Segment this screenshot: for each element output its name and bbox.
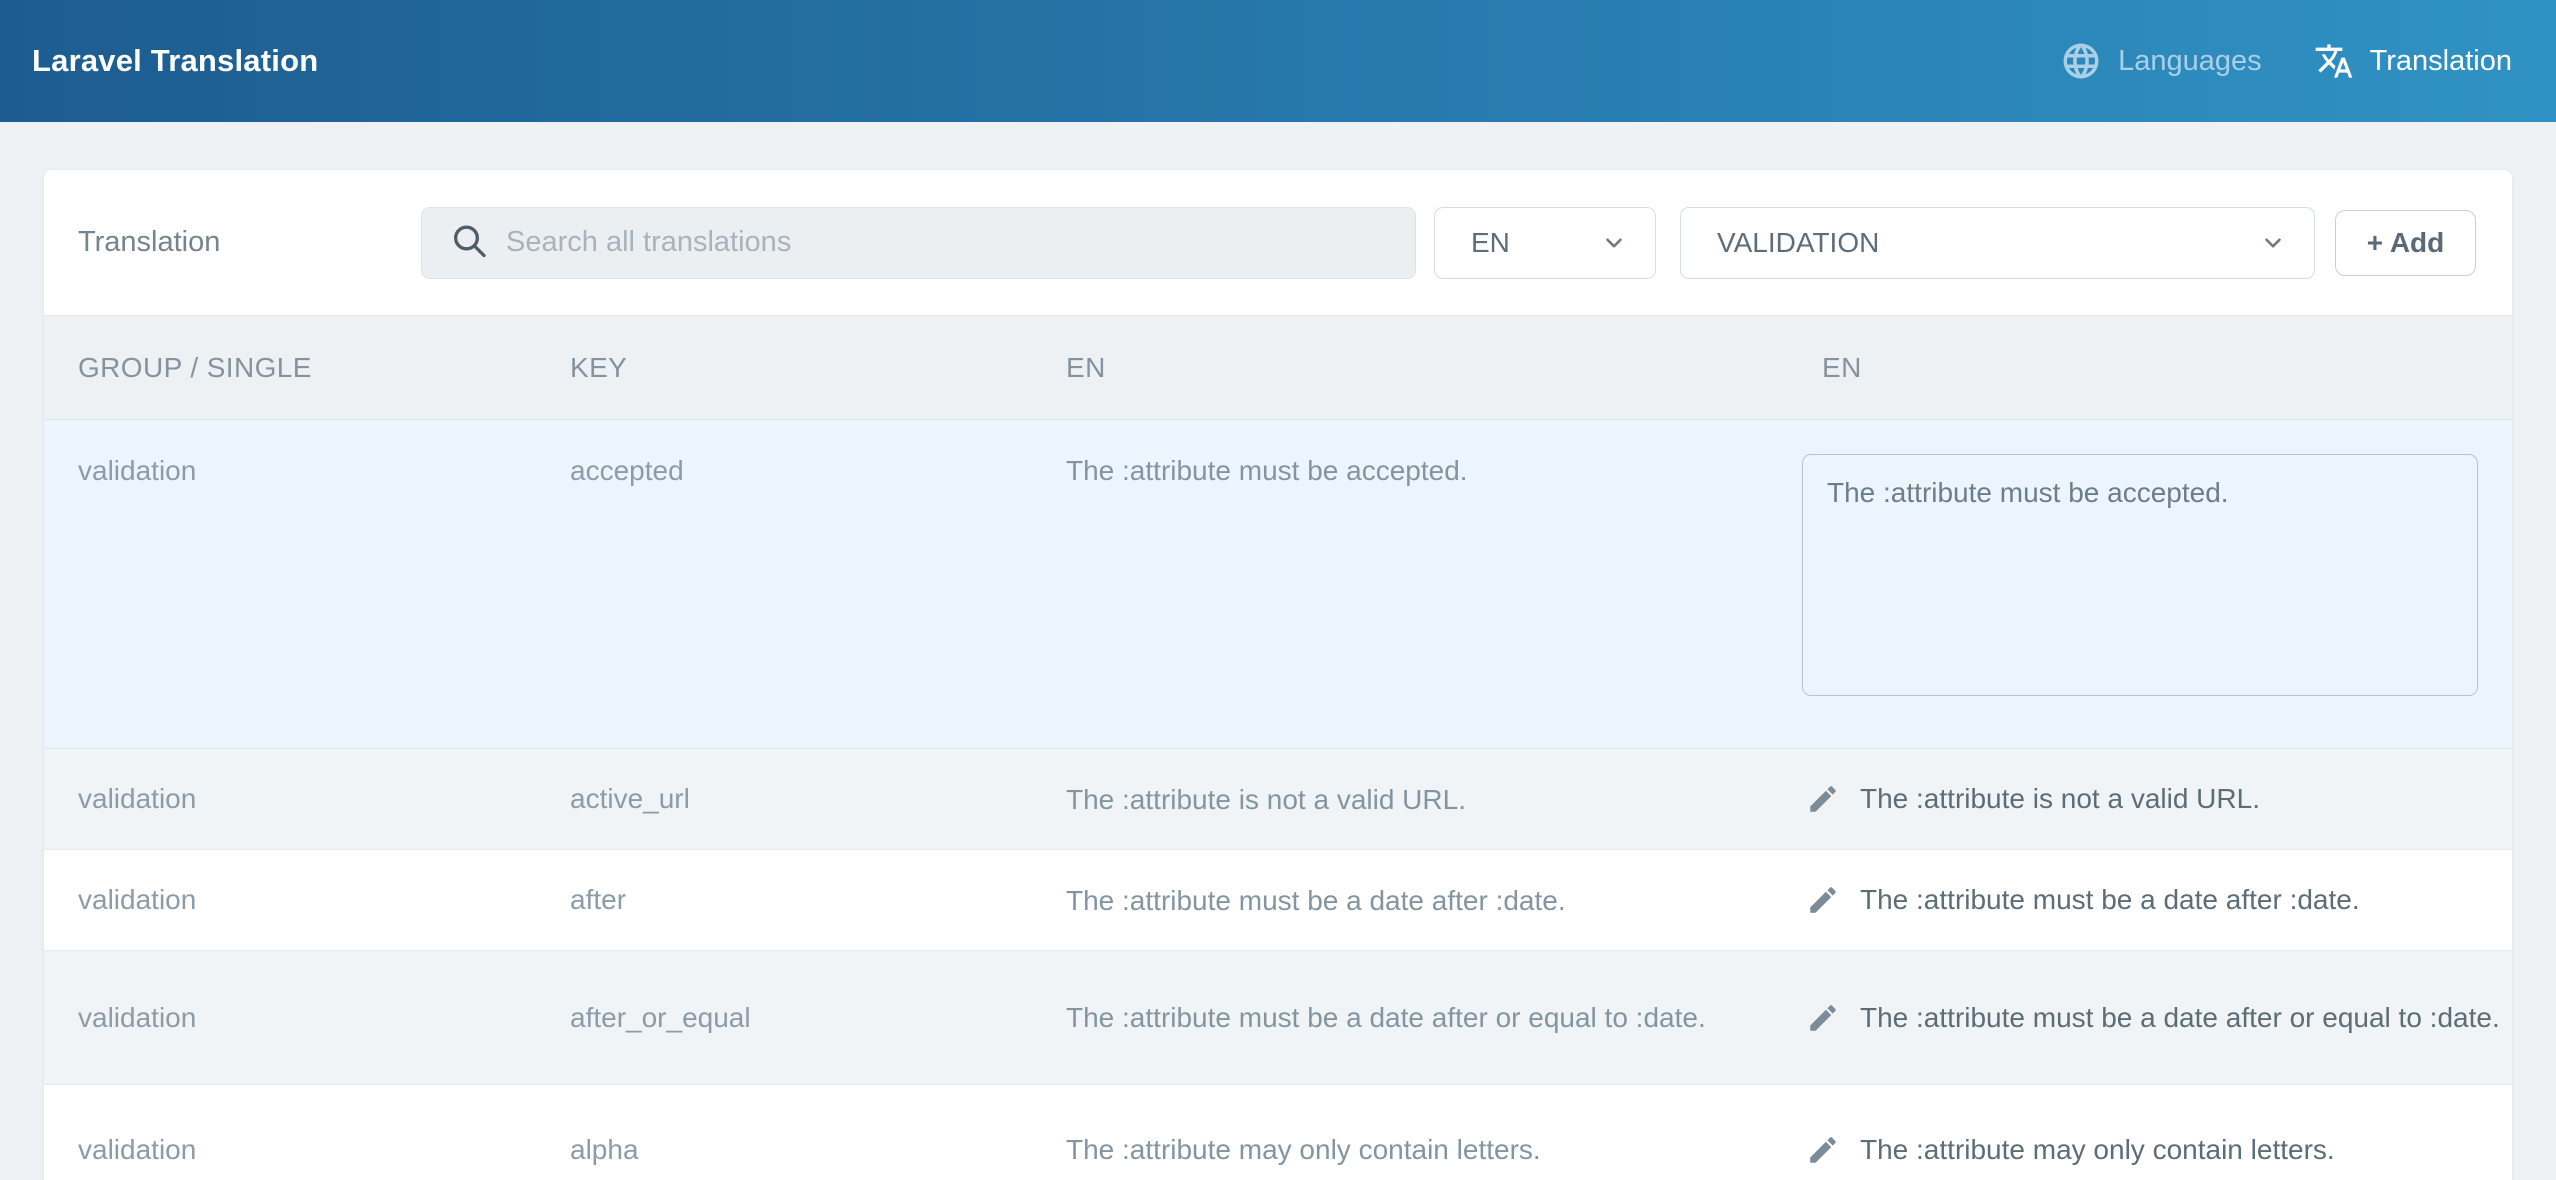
header-key: KEY [570, 352, 1066, 384]
language-select-value: EN [1471, 227, 1510, 259]
translation-panel: Translation EN VALIDATION + Add GROUP / … [44, 170, 2512, 1180]
table-header: GROUP / SINGLE KEY EN EN [44, 315, 2512, 420]
header-target-lang: EN [1822, 352, 2512, 384]
globe-icon [2060, 40, 2102, 82]
translation-text: The :attribute may only contain letters. [1860, 1134, 2335, 1166]
cell-source-text: The :attribute may only contain letters. [1066, 1127, 1822, 1172]
cell-translation[interactable]: The :attribute must be accepted. [1806, 454, 2512, 696]
nav-links: Languages Translation [2060, 40, 2512, 82]
translation-text: The :attribute is not a valid URL. [1860, 783, 2260, 815]
group-select-value: VALIDATION [1717, 227, 1879, 259]
cell-key: after_or_equal [570, 1002, 1066, 1034]
search-box [421, 207, 1416, 279]
table-row: validation after The :attribute must be … [44, 849, 2512, 950]
table-row: validation accepted The :attribute must … [44, 420, 2512, 748]
table-row: validation alpha The :attribute may only… [44, 1084, 2512, 1180]
cell-translation[interactable]: The :attribute is not a valid URL. [1806, 782, 2512, 816]
translation-text: The :attribute must be a date after :dat… [1860, 884, 2360, 916]
translate-icon [2314, 41, 2354, 81]
toolbar: Translation EN VALIDATION + Add [44, 170, 2512, 315]
cell-source-text: The :attribute must be accepted. [1066, 454, 1822, 488]
chevron-down-icon [1601, 230, 1627, 256]
cell-group: validation [78, 1134, 570, 1166]
cell-group: validation [78, 884, 570, 916]
edit-pencil-icon[interactable] [1806, 782, 1840, 816]
cell-source-text: The :attribute must be a date after or e… [1066, 995, 1822, 1040]
header-source-lang: EN [1066, 352, 1822, 384]
edit-pencil-icon[interactable] [1806, 1001, 1840, 1035]
nav-link-label: Languages [2118, 45, 2262, 78]
translation-text: The :attribute must be a date after or e… [1860, 1002, 2500, 1034]
cell-key: after [570, 884, 1066, 916]
edit-pencil-icon[interactable] [1806, 1133, 1840, 1167]
cell-translation[interactable]: The :attribute must be a date after :dat… [1806, 883, 2512, 917]
group-select[interactable]: VALIDATION [1680, 207, 2315, 279]
cell-translation[interactable]: The :attribute may only contain letters. [1806, 1133, 2512, 1167]
cell-key: active_url [570, 783, 1066, 815]
chevron-down-icon [2260, 230, 2286, 256]
cell-source-text: The :attribute is not a valid URL. [1066, 777, 1822, 822]
header-group-single: GROUP / SINGLE [78, 352, 570, 384]
add-button[interactable]: + Add [2335, 210, 2476, 276]
panel-title: Translation [78, 226, 421, 259]
translation-editor[interactable] [1802, 454, 2478, 696]
search-input[interactable] [421, 207, 1416, 279]
cell-key: accepted [570, 454, 1066, 488]
language-select[interactable]: EN [1434, 207, 1656, 279]
table-row: validation after_or_equal The :attribute… [44, 950, 2512, 1084]
cell-group: validation [78, 1002, 570, 1034]
search-icon [449, 220, 489, 265]
nav-link-languages[interactable]: Languages [2060, 40, 2262, 82]
nav-link-label: Translation [2370, 45, 2512, 78]
cell-translation[interactable]: The :attribute must be a date after or e… [1806, 1001, 2512, 1035]
cell-group: validation [78, 783, 570, 815]
table-row: validation active_url The :attribute is … [44, 748, 2512, 849]
cell-key: alpha [570, 1134, 1066, 1166]
table-body: validation accepted The :attribute must … [44, 420, 2512, 1180]
app-title: Laravel Translation [32, 43, 318, 79]
edit-pencil-icon[interactable] [1806, 883, 1840, 917]
navbar: Laravel Translation Languages Translatio… [0, 0, 2556, 122]
nav-link-translation[interactable]: Translation [2314, 41, 2512, 81]
cell-group: validation [78, 454, 570, 488]
cell-source-text: The :attribute must be a date after :dat… [1066, 878, 1822, 923]
